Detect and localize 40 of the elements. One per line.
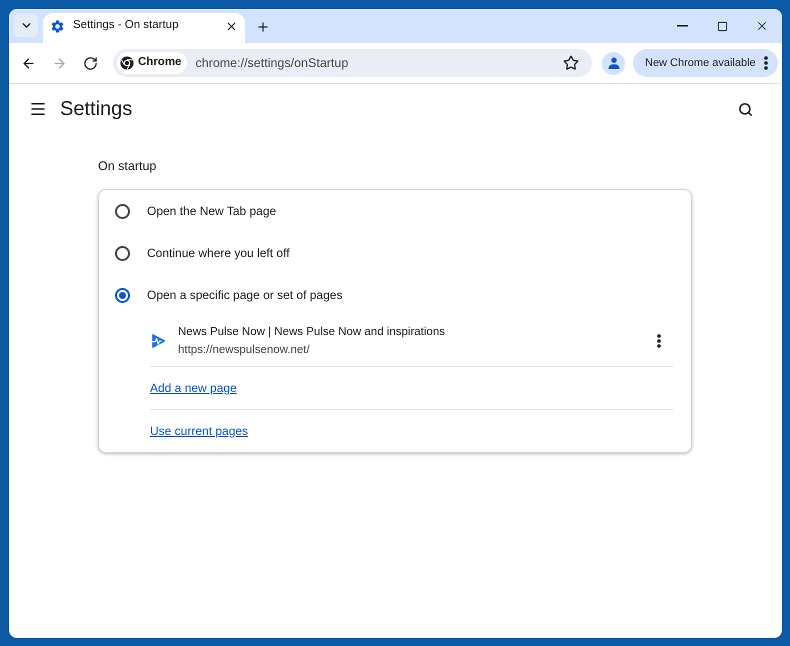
- profile-button[interactable]: [602, 52, 625, 74]
- address-bar[interactable]: Chrome chrome://settings/onStartup: [113, 49, 592, 77]
- option-label: Open the New Tab page: [147, 203, 276, 220]
- close-icon: [755, 19, 769, 33]
- text-link[interactable]: Add a new page: [150, 379, 237, 397]
- maximize-icon: [716, 20, 728, 32]
- person-icon: [608, 57, 620, 69]
- menu-button[interactable]: [29, 100, 47, 118]
- bookmark-star-button[interactable]: [562, 54, 579, 72]
- url-text: chrome://settings/onStartup: [195, 54, 348, 72]
- option-label: Open a specific page or set of pages: [147, 287, 342, 304]
- startup-page-url: https://newspulsenow.net/: [178, 343, 311, 358]
- minimize-icon: [676, 25, 688, 27]
- section-heading: On startup: [98, 158, 156, 175]
- startup-page-title: News Pulse Now | News Pulse Now and inspirations: [178, 325, 445, 340]
- star-icon: [562, 55, 578, 71]
- radio-button[interactable]: [115, 246, 130, 260]
- search-icon: [738, 102, 752, 116]
- plus-icon: [256, 20, 270, 34]
- menu-icon: [29, 100, 47, 118]
- reload-icon: [82, 56, 98, 70]
- play-pulse-favicon-icon: [150, 333, 166, 349]
- text-link[interactable]: Use current pages: [150, 422, 248, 440]
- radio-button[interactable]: [115, 288, 130, 302]
- page-title: Settings: [60, 97, 132, 122]
- forward-arrow-icon: [52, 56, 66, 70]
- tab-search-button[interactable]: [14, 14, 38, 37]
- more-vertical-icon: [764, 56, 768, 70]
- gear-icon: [50, 18, 65, 34]
- browser-tab[interactable]: Settings - On startup: [43, 13, 245, 43]
- tab-title: Settings - On startup: [73, 18, 178, 34]
- site-chip[interactable]: Chrome: [117, 52, 188, 74]
- close-icon: [224, 20, 238, 32]
- radio-button[interactable]: [115, 204, 130, 218]
- search-button[interactable]: [736, 100, 754, 118]
- update-button[interactable]: New Chrome available: [633, 49, 778, 77]
- option-label: Continue where you left off: [147, 245, 290, 262]
- more-vertical-icon: [657, 334, 661, 348]
- chrome-logo-icon: [120, 56, 134, 70]
- site-chip-label: Chrome: [138, 55, 182, 70]
